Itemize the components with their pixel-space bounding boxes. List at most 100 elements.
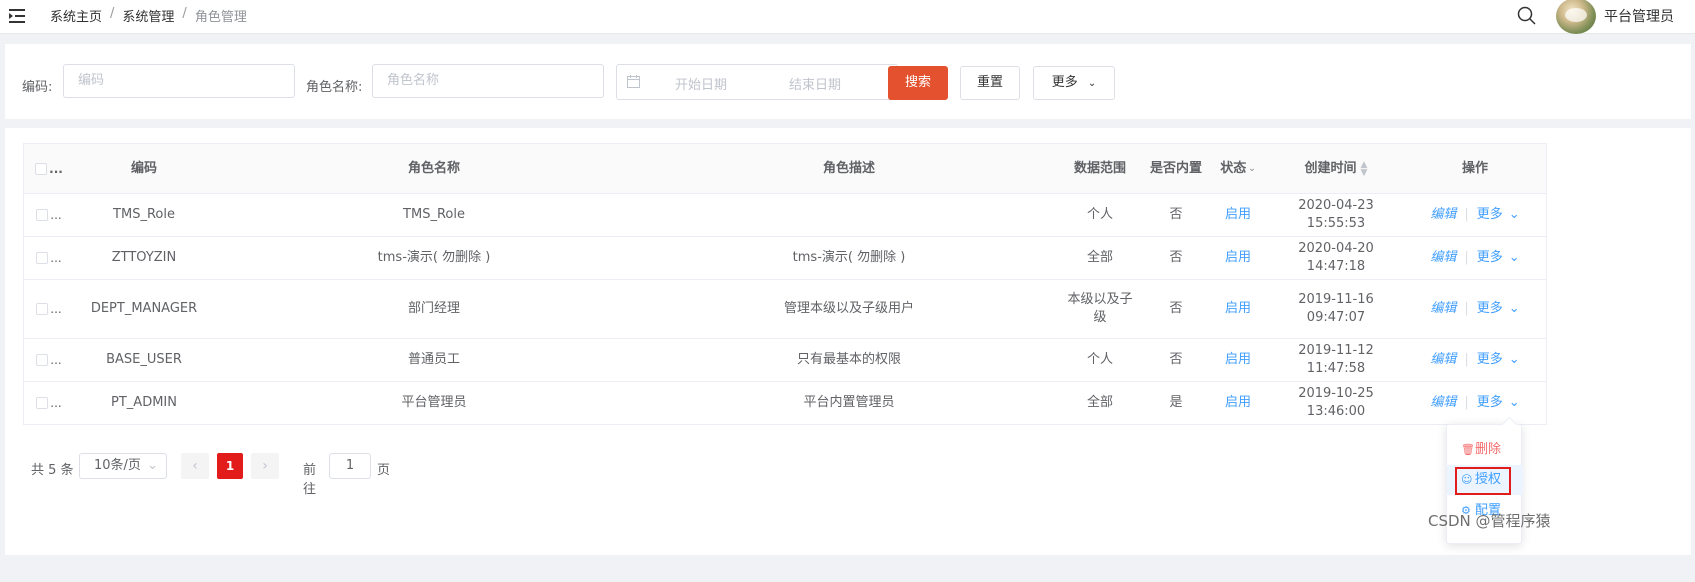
cell-builtin: 否 [1169,352,1183,367]
reset-button[interactable]: 重置 [960,66,1020,100]
row-checkbox[interactable] [36,252,49,264]
cell-data-scope: 个人 [1086,352,1113,367]
cell-code: TMS_Role [113,207,175,222]
chevron-up-icon[interactable]: ⌄ [1509,394,1520,412]
next-page-button[interactable]: › [251,453,279,479]
col-code: 编码 [130,160,157,176]
goto-label: 前往 [303,463,317,497]
cell-builtin: 否 [1169,250,1183,265]
cell-code: ZTTOYZIN [111,250,177,265]
edit-link[interactable]: 编辑 [1430,206,1456,224]
cell-builtin: 否 [1169,207,1183,222]
more-actions-link[interactable]: 更多 [1477,394,1503,412]
page-size-value: 10条/页 [94,458,141,473]
chevron-down-icon[interactable]: ⌄ [1509,249,1520,267]
row-checkbox-cell[interactable]: ... [24,194,74,236]
end-date-input[interactable]: 结束日期 [789,74,841,93]
cell-role-name: 普通员工 [407,352,460,367]
row-checkbox[interactable] [36,354,49,366]
cell-status[interactable]: 启用 [1210,382,1266,424]
more-actions-link[interactable]: 更多 [1477,206,1503,224]
dropdown-delete-label: 删除 [1475,442,1502,457]
dropdown-delete[interactable]: 🗑删除 [1447,435,1523,465]
breadcrumb-separator: / [182,6,187,21]
dropdown-authorize[interactable]: ☺ 授权 [1447,465,1523,495]
trash-icon: 🗑 [1461,443,1475,456]
code-input[interactable]: 编码 [63,64,295,98]
select-all-checkbox[interactable] [35,162,48,175]
edit-link[interactable]: 编辑 [1430,249,1456,267]
page-size-select[interactable]: 10条/页 ⌄ [79,453,167,479]
calendar-icon [627,75,640,88]
cell-status[interactable]: 启用 [1210,339,1266,381]
page-number-current[interactable]: 1 [217,453,243,479]
row-checkbox[interactable] [36,209,49,221]
breadcrumb-home[interactable]: 系统主页 [50,6,102,25]
filter-panel: 编码: 编码 角色名称: 角色名称 开始日期 结束日期 搜索 重置 更多 ⌄ [5,44,1691,119]
cell-role-desc: tms-演示( 勿删除 ) [792,250,906,265]
menu-fold-icon[interactable] [8,7,28,25]
search-icon[interactable] [1516,5,1538,27]
col-role-desc: 角色描述 [822,160,875,176]
chevron-down-icon[interactable]: ⌄ [1509,300,1520,318]
row-checkbox[interactable] [36,397,49,409]
date-range-picker[interactable]: 开始日期 结束日期 [616,64,898,100]
page-suffix: 页 [377,463,391,478]
more-actions-link[interactable]: 更多 [1477,249,1503,267]
breadcrumb-current: 角色管理 [194,10,247,25]
cell-data-scope: 全部 [1086,250,1113,265]
more-actions-link[interactable]: 更多 [1477,300,1503,318]
cell-builtin: 是 [1169,395,1183,410]
cell-status[interactable]: 启用 [1210,237,1266,279]
code-label: 编码: [22,80,53,95]
cell-role-desc: 平台内置管理员 [803,395,895,410]
table-row: ... TMS_Role TMS_Role 个人 否 启用 2020-04-23… [24,194,1546,237]
cell-builtin: 否 [1169,301,1183,316]
edit-link[interactable]: 编辑 [1430,394,1456,412]
select-all-cell[interactable]: ... [24,144,74,193]
cell-status[interactable]: 启用 [1210,280,1266,338]
sort-icon[interactable]: ▲ ▼ [1361,160,1368,177]
cell-role-desc [654,194,1044,236]
col-data-scope: 数据范围 [1073,160,1126,176]
search-button[interactable]: 搜索 [888,66,948,100]
cell-created: 2019-11-16 09:47:07 [1298,292,1374,325]
row-checkbox-cell[interactable]: ... [24,237,74,279]
edit-link[interactable]: 编辑 [1430,351,1456,369]
prev-page-button[interactable]: ‹ [181,453,209,479]
watermark: CSDN @管程序猿 [1428,512,1551,530]
col-created-label: 创建时间 [1304,160,1357,176]
row-checkbox-cell[interactable]: ... [24,382,74,424]
cell-code: PT_ADMIN [111,395,177,410]
user-avatar[interactable] [1556,0,1596,34]
filter-chevron-icon[interactable]: ⌄ [1248,160,1256,178]
more-filters-label: 更多 [1051,75,1078,90]
cell-created: 2020-04-20 14:47:18 [1298,241,1374,274]
chevron-down-icon[interactable]: ⌄ [1509,351,1520,369]
role-name-input[interactable]: 角色名称 [372,64,604,98]
more-filters-button[interactable]: 更多 ⌄ [1033,66,1115,100]
cell-status[interactable]: 启用 [1210,194,1266,236]
cell-data-scope: 本级以及子级 [1067,292,1133,325]
col-status-label: 状态 [1220,160,1247,176]
goto-page-input[interactable]: 1 [329,453,371,479]
col-created[interactable]: 创建时间 ▲ ▼ [1268,144,1404,193]
edit-link[interactable]: 编辑 [1430,300,1456,318]
cell-role-name: TMS_Role [403,207,465,222]
pagination-total: 共 5 条 [31,463,74,478]
chevron-down-icon[interactable]: ⌄ [1509,206,1520,224]
breadcrumb-separator: / [110,6,115,21]
col-status[interactable]: 状态 ⌄ [1210,144,1266,193]
row-checkbox-cell[interactable]: ... [24,280,74,338]
row-checkbox-cell[interactable]: ... [24,339,74,381]
username[interactable]: 平台管理员 [1604,6,1674,26]
cell-role-name: 平台管理员 [401,395,467,410]
more-actions-link[interactable]: 更多 [1477,351,1503,369]
col-builtin: 是否内置 [1149,160,1202,176]
start-date-input[interactable]: 开始日期 [675,74,727,93]
breadcrumb-system[interactable]: 系统管理 [122,6,174,25]
table-row: ... ZTTOYZIN tms-演示( 勿删除 ) tms-演示( 勿删除 )… [24,237,1546,280]
cell-actions: 编辑 | 更多 ⌄ [1430,249,1520,267]
row-checkbox[interactable] [36,303,49,315]
col-role-name: 角色名称 [407,160,460,176]
